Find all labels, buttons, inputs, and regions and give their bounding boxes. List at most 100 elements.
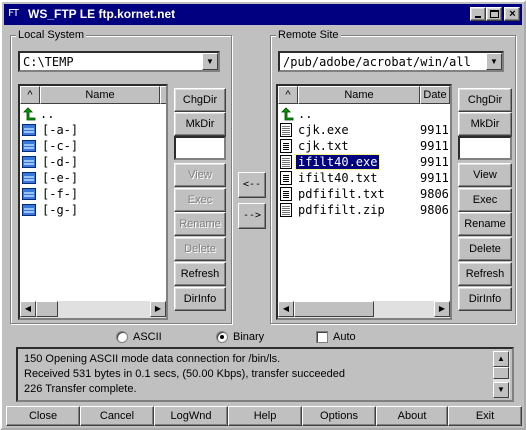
scroll-right-icon[interactable]: ▶ [434, 301, 450, 317]
binary-label: Binary [233, 331, 265, 343]
remote-file-name: pdfifilt.txt [298, 187, 385, 201]
drive-icon [22, 140, 36, 152]
drive-icon [22, 188, 36, 200]
local-file-name: [-e-] [42, 171, 79, 185]
remote-rename-button[interactable]: Rename [458, 212, 512, 236]
remote-file-name: .. [298, 107, 313, 121]
scroll-thumb[interactable] [36, 301, 58, 317]
text-file-icon [280, 171, 292, 185]
remote-file-date: 9806 [420, 203, 449, 217]
remote-name-header[interactable]: Name [298, 86, 420, 104]
local-name-header[interactable]: Name [40, 86, 160, 104]
remote-mkdir-button[interactable]: MkDir [458, 112, 512, 136]
local-dirinfo-button[interactable]: DirInfo [174, 287, 226, 311]
local-refresh-button[interactable]: Refresh [174, 262, 226, 286]
chevron-down-icon[interactable]: ▼ [486, 53, 502, 70]
remote-site-label: Remote Site [276, 29, 341, 41]
ascii-radio[interactable] [116, 331, 128, 343]
remote-view-button[interactable]: View [458, 163, 512, 187]
remote-file-name: ifilt40.exe [294, 154, 381, 170]
remote-file-date: 9806 [420, 187, 449, 201]
local-file-row[interactable]: .. [22, 106, 56, 122]
minimize-icon [475, 16, 481, 18]
cancel-button[interactable]: Cancel [80, 406, 154, 426]
remote-chgdir-button[interactable]: ChgDir [458, 88, 512, 112]
log-line: Received 531 bytes in 0.1 secs, (50.00 K… [24, 368, 346, 380]
binary-file-icon [280, 155, 292, 169]
remote-dirinfo-button[interactable]: DirInfo [458, 287, 512, 311]
local-file-row[interactable]: [-e-] [22, 170, 80, 186]
auto-label: Auto [333, 331, 356, 343]
remote-file-row[interactable]: cjk.txt 9911 [280, 138, 450, 154]
download-button[interactable]: <-- [238, 172, 266, 198]
remote-refresh-button[interactable]: Refresh [458, 262, 512, 286]
local-file-list[interactable]: ^ Name .. [-a-] [-c-] [-d-] [-e-] [-f-] [18, 84, 168, 320]
drive-icon [22, 172, 36, 184]
remote-sort-header[interactable]: ^ [278, 86, 298, 104]
remote-file-date: 9911 [420, 155, 449, 169]
local-file-row[interactable]: [-c-] [22, 138, 80, 154]
remote-path-combo[interactable]: /pub/adobe/acrobat/win/all ▼ [278, 51, 504, 72]
about-button[interactable]: About [376, 406, 448, 426]
local-file-row[interactable]: [-d-] [22, 154, 80, 170]
remote-date-header[interactable]: Date [420, 86, 450, 104]
log-line: 226 Transfer complete. [24, 383, 137, 395]
remote-file-date: 9911 [420, 123, 449, 137]
scroll-right-icon[interactable]: ▶ [150, 301, 166, 317]
remote-file-row[interactable]: pdfifilt.zip 9806 [280, 202, 450, 218]
local-file-row[interactable]: [-g-] [22, 202, 80, 218]
remote-file-list[interactable]: ^ Name Date .. cjk.exe 9911 cjk.txt 9911… [276, 84, 452, 320]
remote-file-row[interactable]: .. [280, 106, 450, 122]
local-sort-header[interactable]: ^ [20, 86, 40, 104]
local-file-row[interactable]: [-a-] [22, 122, 80, 138]
local-chgdir-button[interactable]: ChgDir [174, 88, 226, 112]
local-file-name: [-d-] [42, 155, 79, 169]
close-button[interactable]: Close [6, 406, 80, 426]
ws-ftp-app-icon[interactable]: FT [8, 7, 26, 21]
scroll-thumb[interactable] [493, 367, 509, 379]
remote-file-row-selected[interactable]: ifilt40.exe 9911 [280, 154, 450, 170]
local-rename-button[interactable]: Rename [174, 212, 226, 236]
local-path-combo[interactable]: C:\TEMP ▼ [18, 51, 220, 72]
binary-radio[interactable] [216, 331, 228, 343]
options-button[interactable]: Options [302, 406, 376, 426]
remote-file-row[interactable]: pdfifilt.txt 9806 [280, 186, 450, 202]
scroll-left-icon[interactable]: ◀ [20, 301, 36, 317]
remote-file-row[interactable]: ifilt40.txt 9911 [280, 170, 450, 186]
scroll-thumb[interactable] [294, 301, 374, 317]
remote-horizontal-scrollbar[interactable]: ◀ ▶ [278, 301, 450, 318]
close-window-button[interactable]: × [504, 7, 520, 21]
remote-file-name: ifilt40.txt [298, 171, 378, 185]
remote-mkdir-input[interactable] [458, 136, 512, 160]
ws-ftp-window: FT WS_FTP LE ftp.kornet.net × Local Syst… [0, 0, 526, 430]
maximize-button[interactable] [486, 7, 502, 21]
local-delete-button[interactable]: Delete [174, 237, 226, 261]
local-view-button[interactable]: View [174, 163, 226, 187]
minimize-button[interactable] [470, 7, 486, 21]
log-vertical-scrollbar[interactable]: ▲ ▼ [493, 351, 510, 398]
scroll-down-icon[interactable]: ▼ [493, 382, 509, 398]
remote-file-row[interactable]: cjk.exe 9911 [280, 122, 450, 138]
local-mkdir-button[interactable]: MkDir [174, 112, 226, 136]
exit-button[interactable]: Exit [448, 406, 522, 426]
local-file-name: [-f-] [42, 187, 79, 201]
local-exec-button[interactable]: Exec [174, 188, 226, 212]
local-column-resize[interactable] [160, 86, 166, 104]
local-file-row[interactable]: [-f-] [22, 186, 80, 202]
remote-exec-button[interactable]: Exec [458, 188, 512, 212]
local-horizontal-scrollbar[interactable]: ◀ ▶ [20, 301, 166, 318]
upload-button[interactable]: --> [238, 203, 266, 229]
remote-delete-button[interactable]: Delete [458, 237, 512, 261]
status-log[interactable]: 150 Opening ASCII mode data connection f… [16, 347, 514, 402]
help-button[interactable]: Help [228, 406, 302, 426]
title-bar[interactable]: FT WS_FTP LE ftp.kornet.net × [4, 4, 522, 25]
scroll-left-icon[interactable]: ◀ [278, 301, 294, 317]
logwnd-button[interactable]: LogWnd [154, 406, 228, 426]
scroll-up-icon[interactable]: ▲ [493, 351, 509, 367]
local-mkdir-input[interactable] [174, 136, 226, 160]
auto-checkbox[interactable] [316, 331, 328, 343]
remote-file-date: 9911 [420, 171, 449, 185]
drive-icon [22, 204, 36, 216]
chevron-down-icon[interactable]: ▼ [202, 53, 218, 70]
local-path-text: C:\TEMP [23, 55, 74, 69]
